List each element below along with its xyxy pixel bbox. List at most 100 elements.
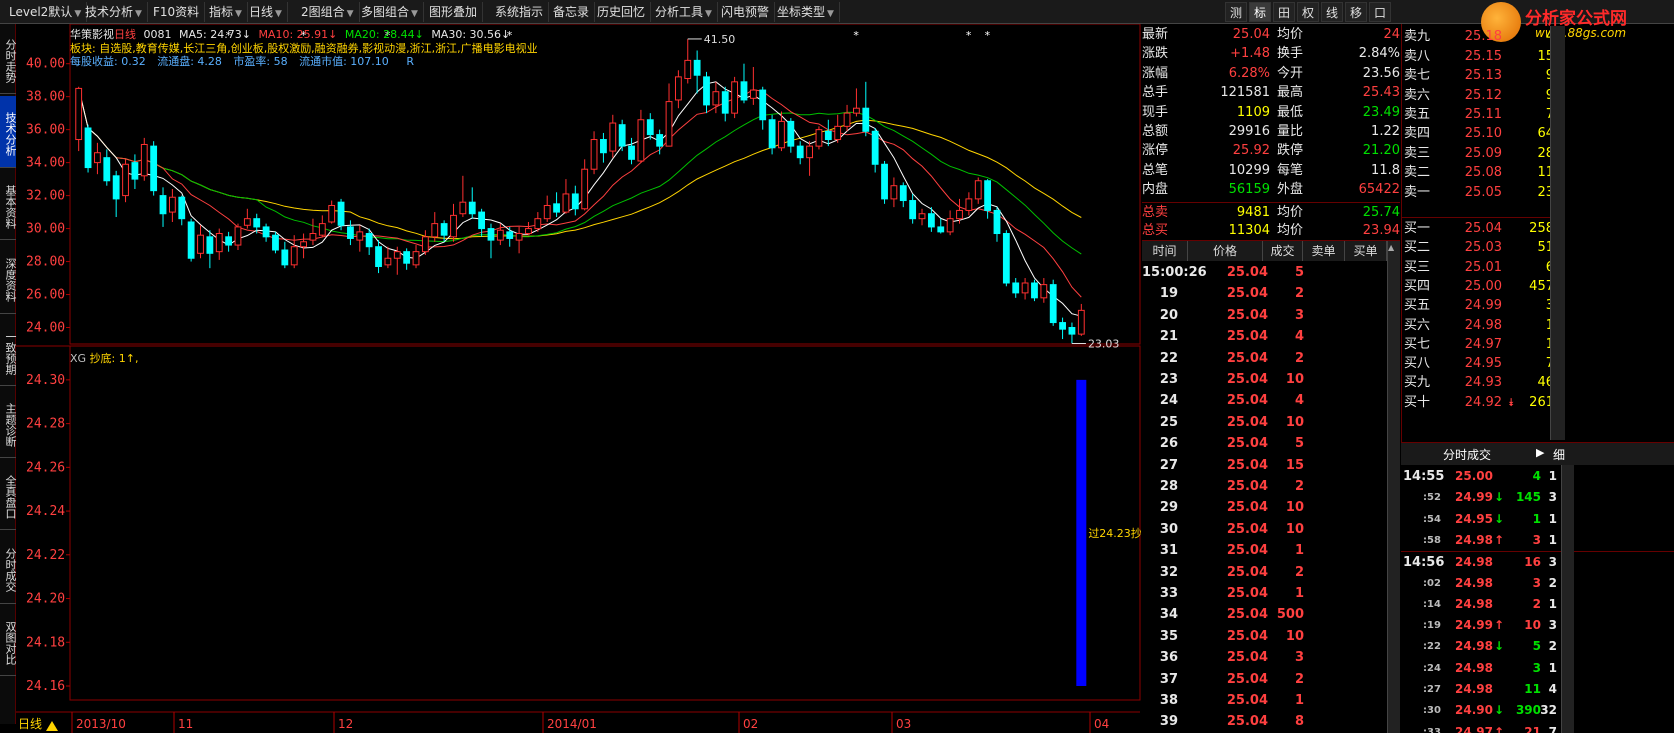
fstx-row[interactable]: :54 24.95 ↓ 1 1 xyxy=(1401,509,1674,530)
buy-level[interactable]: 买八 24.957 xyxy=(1402,354,1565,373)
tick-row[interactable]: 21 25.04 4 xyxy=(1142,326,1387,347)
toolbar-item-12[interactable]: 闪电预警 xyxy=(716,2,776,22)
event-star-icon[interactable]: * xyxy=(853,29,859,42)
tick-row[interactable]: 19 25.04 2 xyxy=(1142,283,1387,304)
tick-header-cell[interactable]: 卖单 xyxy=(1303,241,1345,261)
left-tab-7[interactable]: 分时成交 xyxy=(0,532,17,604)
sell-level[interactable]: 卖八 25.15 15 xyxy=(1402,47,1565,66)
tick-row[interactable]: 39 25.04 8 xyxy=(1142,711,1387,732)
left-tab-6[interactable]: 全真盘口 xyxy=(0,460,17,530)
tick-row[interactable]: 20 25.04 3 xyxy=(1142,305,1387,326)
buy-level[interactable]: 买一 25.04 258 xyxy=(1402,219,1565,238)
toolbar-right-button-6[interactable]: 口 xyxy=(1369,2,1391,22)
left-tab-4[interactable]: 一致预期 xyxy=(0,316,17,386)
buy-level[interactable]: 买七 24.971 xyxy=(1402,335,1565,354)
fstx-row[interactable]: :24 24.98 3 1 xyxy=(1401,658,1674,679)
tick-header-cell[interactable]: 买单 xyxy=(1345,241,1387,261)
toolbar-right-button-1[interactable]: 标 xyxy=(1249,2,1271,22)
fstx-row[interactable]: 14:56 24.98 16 3 xyxy=(1401,551,1674,572)
tick-row[interactable]: 22 25.04 2 xyxy=(1142,348,1387,369)
fstx-row[interactable]: :33 24.97 ↑ 21 7 xyxy=(1401,722,1674,733)
tick-row[interactable]: 25 25.04 10 xyxy=(1142,412,1387,433)
tick-header-cell[interactable]: 时间 xyxy=(1142,241,1188,261)
toolbar-item-4[interactable]: 日线 ▼ xyxy=(244,2,288,22)
chart-area[interactable]: 40.00 38.00 36.00 34.00 32.00 30.00 28.00 26.00… xyxy=(16,23,1153,733)
buy-level[interactable]: 买十 24.92 ⯯ 261 xyxy=(1402,393,1565,412)
tick-row[interactable]: 27 25.04 15 xyxy=(1142,455,1387,476)
toolbar-item-9[interactable]: 备忘录 xyxy=(548,2,596,22)
fstx-row[interactable]: :27 24.98 11 4 xyxy=(1401,679,1674,700)
toolbar-right-button-0[interactable]: 测 xyxy=(1225,2,1247,22)
toolbar-item-5[interactable]: 2图组合 ▼ xyxy=(296,2,360,22)
toolbar-item-2[interactable]: F10资料 xyxy=(148,2,206,22)
buy-level[interactable]: 买二 25.03 51 xyxy=(1402,238,1565,257)
buy-level[interactable]: 买六 24.981 xyxy=(1402,316,1565,335)
sell-level[interactable]: 卖二 25.08 11 xyxy=(1402,163,1565,182)
toolbar-right-button-5[interactable]: 移 xyxy=(1345,2,1367,22)
left-tab-3[interactable]: 深度资料 xyxy=(0,242,17,314)
fstx-detail-button[interactable]: 细 xyxy=(1553,446,1565,463)
toolbar-item-0[interactable]: Level2默认 ▼ xyxy=(4,2,88,22)
toolbar-item-11[interactable]: 分析工具 ▼ xyxy=(650,2,718,22)
tick-list[interactable]: 时间 价格 成交 卖单 买单 15:00:26 25.04 5 19 25.04 2 20 25.04… xyxy=(1142,240,1400,733)
toolbar-item-8[interactable]: 系统指示 xyxy=(490,2,550,22)
scroll-up-icon[interactable]: ▲ xyxy=(1388,243,1394,252)
fstx-row[interactable]: :02 24.98 3 2 xyxy=(1401,573,1674,594)
toolbar-item-7[interactable]: 图形叠加 xyxy=(424,2,484,22)
period-button[interactable]: 日线 xyxy=(18,717,42,731)
fstx-row[interactable]: :14 24.98 2 1 xyxy=(1401,594,1674,615)
sell-level[interactable]: 卖六 25.129 xyxy=(1402,86,1565,105)
tick-header-cell[interactable]: 价格 xyxy=(1188,241,1263,261)
toolbar-right-button-3[interactable]: 权 xyxy=(1297,2,1319,22)
buy-level[interactable]: 买五 24.993 xyxy=(1402,296,1565,315)
fstx-row[interactable]: :52 24.99 ↓ 145 3 xyxy=(1401,487,1674,508)
fstx-row[interactable]: :58 24.98 ↑ 3 1 xyxy=(1401,530,1674,551)
buy-level[interactable]: 买四 25.00 457 xyxy=(1402,277,1565,296)
tick-header-cell[interactable]: 成交 xyxy=(1263,241,1303,261)
sell-level[interactable]: 卖五 25.11 7 xyxy=(1402,105,1565,124)
sell-level[interactable]: 卖三 25.09 28 xyxy=(1402,144,1565,163)
toolbar-right-button-4[interactable]: 线 xyxy=(1321,2,1343,22)
left-tab-2[interactable]: 基本资料 xyxy=(0,170,17,240)
tick-row[interactable]: 37 25.04 2 xyxy=(1142,669,1387,690)
sell-level[interactable]: 卖七 25.139 xyxy=(1402,66,1565,85)
fstx-row[interactable]: :19 24.99 ↑ 10 3 xyxy=(1401,615,1674,636)
tick-row[interactable]: 26 25.04 5 xyxy=(1142,433,1387,454)
left-tab-1[interactable]: 技术分析 xyxy=(0,96,17,168)
sell-level[interactable]: 卖四 25.10 64 xyxy=(1402,124,1565,143)
left-tab-5[interactable]: 主题诊断 xyxy=(0,388,17,458)
tick-row[interactable]: 29 25.04 10 xyxy=(1142,497,1387,518)
tick-row[interactable]: 34 25.04 500 xyxy=(1142,604,1387,625)
buy-level[interactable]: 买三 25.016 xyxy=(1402,258,1565,277)
toolbar-item-13[interactable]: 坐标类型 ▼ xyxy=(772,2,840,22)
tick-scrollbar[interactable] xyxy=(1387,241,1400,733)
tick-row[interactable]: 33 25.04 1 xyxy=(1142,583,1387,604)
tick-row[interactable]: 31 25.04 1 xyxy=(1142,540,1387,561)
tick-row[interactable]: 35 25.04 10 xyxy=(1142,626,1387,647)
left-tab-8[interactable]: 双图对比 xyxy=(0,606,17,676)
tick-row[interactable]: 24 25.04 4 xyxy=(1142,390,1387,411)
tick-row[interactable]: 28 25.04 2 xyxy=(1142,476,1387,497)
orderbook-scrollbar[interactable] xyxy=(1550,26,1565,440)
triangle-up-icon[interactable] xyxy=(46,721,58,731)
sell-level[interactable]: 卖一 25.05 23 xyxy=(1402,183,1565,202)
fstx-scrollbar[interactable] xyxy=(1561,465,1574,733)
tick-row[interactable]: 38 25.04 1 xyxy=(1142,690,1387,711)
tick-row[interactable]: 15:00:26 25.04 5 xyxy=(1142,262,1387,283)
left-tab-0[interactable]: 分时走势 xyxy=(0,24,17,94)
tick-row[interactable]: 36 25.04 3 xyxy=(1142,647,1387,668)
buy-level[interactable]: 买九 24.93 46 xyxy=(1402,373,1565,392)
fstx-row[interactable]: 14:55 25.00 4 1 xyxy=(1401,466,1674,487)
fstx-row[interactable]: :22 24.98 ↓ 5 2 xyxy=(1401,636,1674,657)
toolbar-item-1[interactable]: 技术分析 ▼ xyxy=(80,2,148,22)
toolbar-right-button-2[interactable]: 田 xyxy=(1273,2,1295,22)
toolbar-item-10[interactable]: 历史回忆 xyxy=(592,2,652,22)
tick-row[interactable]: 30 25.04 10 xyxy=(1142,519,1387,540)
toolbar-item-6[interactable]: 多图组合 ▼ xyxy=(356,2,424,22)
event-star-icon[interactable]: * xyxy=(985,29,991,42)
play-icon[interactable]: ▶ xyxy=(1536,446,1544,459)
sell-level[interactable]: 卖九 25.184 xyxy=(1402,27,1565,46)
tick-row[interactable]: 23 25.04 10 xyxy=(1142,369,1387,390)
tick-row[interactable]: 32 25.04 2 xyxy=(1142,562,1387,583)
fstx-row[interactable]: :30 24.90 ↓ 390 32 xyxy=(1401,700,1674,721)
